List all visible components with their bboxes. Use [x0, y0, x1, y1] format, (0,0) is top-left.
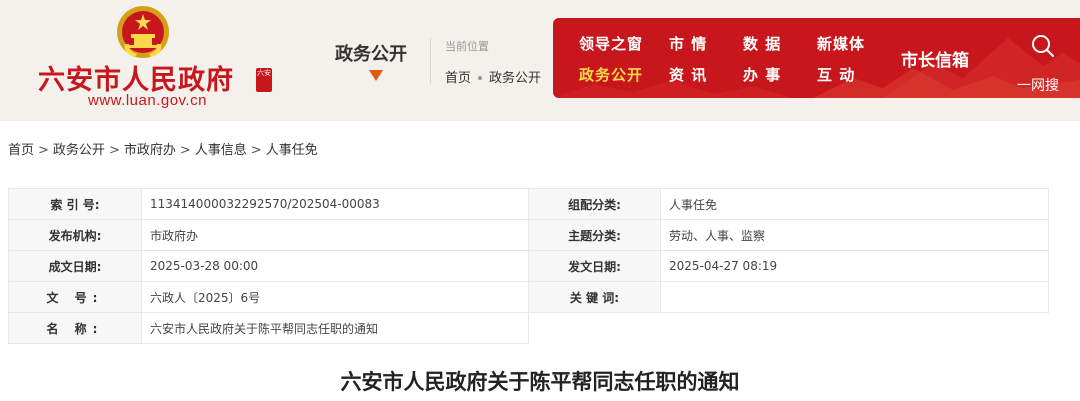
- breadcrumb-separator: >: [38, 143, 49, 158]
- nav-city-info[interactable]: 市 情: [669, 33, 707, 54]
- name-label: 名 称:: [8, 312, 142, 344]
- national-emblem-icon: [117, 6, 169, 58]
- column-name[interactable]: 政务公开: [335, 40, 407, 66]
- nav-services[interactable]: 办 事: [743, 64, 781, 85]
- nav-data[interactable]: 数 据: [743, 33, 781, 54]
- triangle-down-icon: [369, 70, 383, 81]
- location-home-link[interactable]: 首页: [445, 71, 471, 86]
- publisher-value: 市政府办: [141, 219, 529, 251]
- search-icon: [1032, 35, 1055, 58]
- doc-no-label: 文 号:: [8, 281, 142, 313]
- document-title: 六安市人民政府关于陈平帮同志任职的通知: [340, 369, 740, 394]
- publish-date-value: 2025-04-27 08:19: [660, 250, 1049, 282]
- nav-new-media[interactable]: 新媒体: [817, 33, 865, 54]
- mountain-decoration: [553, 38, 1080, 98]
- breadcrumb-separator: >: [108, 143, 120, 158]
- breadcrumb: 首页 > 政务公开 > 市政府办 > 人事信息 > 人事任免: [8, 139, 318, 158]
- publish-date-label: 发文日期:: [528, 250, 661, 282]
- breadcrumb-appointments[interactable]: 人事任免: [266, 143, 318, 158]
- table-row: 名 称: 六安市人民政府关于陈平帮同志任职的通知: [8, 312, 1049, 344]
- search-button[interactable]: 一网搜: [1005, 28, 1080, 98]
- table-row: 索 引 号: 113414000032292570/202504-00083 组…: [8, 188, 1049, 220]
- seal-stamp: 六安: [256, 68, 272, 92]
- table-row: 文 号: 六政人〔2025〕6号 关 键 词:: [8, 281, 1049, 313]
- location-column-link[interactable]: 政务公开: [489, 71, 541, 86]
- index-no-value: 113414000032292570/202504-00083: [141, 188, 529, 220]
- nav-leaders[interactable]: 领导之窗: [579, 33, 643, 54]
- main-nav: 领导之窗 市 情 数 据 新媒体 政务公开 资 讯 办 事 互 动 市长信箱 一…: [553, 18, 1080, 98]
- keywords-value: [660, 281, 1049, 313]
- category-value: 人事任免: [660, 188, 1049, 220]
- index-no-label: 索 引 号:: [8, 188, 142, 220]
- search-label: 一网搜: [1017, 78, 1059, 94]
- breadcrumb-separator: >: [250, 143, 262, 158]
- table-row: 发布机构: 市政府办 主题分类: 劳动、人事、监察: [8, 219, 1049, 251]
- nav-interaction[interactable]: 互 动: [817, 64, 855, 85]
- written-date-label: 成文日期:: [8, 250, 142, 282]
- breadcrumb-separator: >: [179, 143, 191, 158]
- document-meta-table: 索 引 号: 113414000032292570/202504-00083 组…: [8, 188, 1049, 344]
- location-trail: 首页 政务公开: [445, 67, 541, 86]
- written-date-value: 2025-03-28 00:00: [141, 250, 529, 282]
- breadcrumb-personnel-info[interactable]: 人事信息: [195, 143, 247, 158]
- divider: [430, 38, 431, 84]
- name-value: 六安市人民政府关于陈平帮同志任职的通知: [141, 312, 529, 344]
- empty-cell: [528, 312, 1049, 344]
- table-row: 成文日期: 2025-03-28 00:00 发文日期: 2025-04-27 …: [8, 250, 1049, 282]
- nav-gov-affairs[interactable]: 政务公开: [579, 64, 643, 85]
- nav-news[interactable]: 资 讯: [669, 64, 707, 85]
- site-url[interactable]: www.luan.gov.cn: [88, 92, 207, 109]
- breadcrumb-home[interactable]: 首页: [8, 143, 34, 158]
- category-label: 组配分类:: [528, 188, 661, 220]
- keywords-label: 关 键 词:: [528, 281, 661, 313]
- dot-separator: [478, 75, 483, 80]
- topic-value: 劳动、人事、监察: [660, 219, 1049, 251]
- location-label: 当前位置: [445, 40, 489, 53]
- mayor-mailbox-link[interactable]: 市长信箱: [901, 46, 969, 71]
- publisher-label: 发布机构:: [8, 219, 142, 251]
- topic-label: 主题分类:: [528, 219, 661, 251]
- site-header: 六安市人民政府 六安 www.luan.gov.cn 政务公开 当前位置 首页政…: [0, 0, 1080, 121]
- breadcrumb-city-office[interactable]: 市政府办: [124, 143, 176, 158]
- doc-no-value: 六政人〔2025〕6号: [141, 281, 529, 313]
- breadcrumb-gov-affairs[interactable]: 政务公开: [53, 143, 105, 158]
